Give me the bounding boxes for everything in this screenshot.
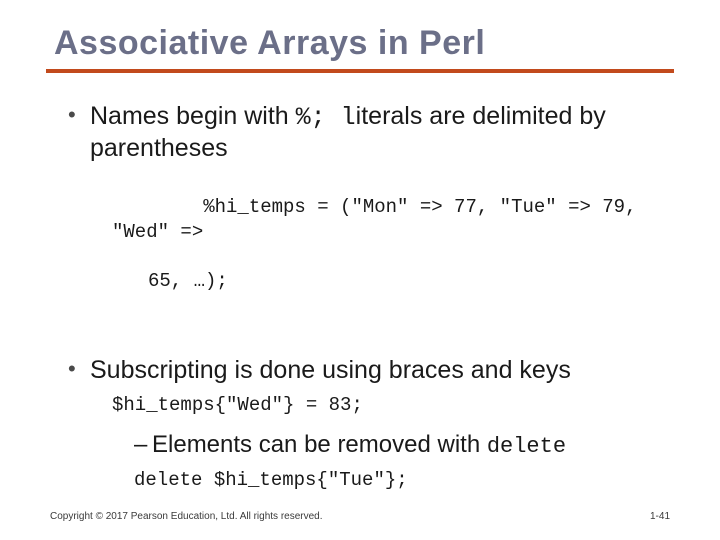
code-1-line-1: %hi_temps = ("Mon" => 77, "Tue" => 79, "… [112, 196, 648, 243]
code-block-3: delete $hi_temps{"Tue"}; [134, 468, 666, 493]
copyright-text: Copyright © 2017 Pearson Education, Ltd.… [50, 511, 323, 522]
bullet-1-code: %; l [296, 103, 356, 132]
sub-bullet-1: –Elements can be removed with delete [134, 429, 666, 462]
bullet-1-text: Names begin with %; literals are delimit… [90, 102, 606, 162]
bullet-1: Names begin with %; literals are delimit… [68, 101, 666, 343]
bullet-2-text: Subscripting is done using braces and ke… [90, 356, 571, 384]
bullet-list: Names begin with %; literals are delimit… [68, 101, 666, 493]
slide: Associative Arrays in Perl Names begin w… [0, 0, 720, 540]
title-rule [46, 69, 674, 73]
sub-1-pre: Elements can be removed with [152, 431, 487, 458]
code-block-1: %hi_temps = ("Mon" => 77, "Tue" => 79, "… [112, 171, 666, 344]
code-1-line-2: 65, …); [112, 269, 666, 294]
bullet-1-pre: Names begin with [90, 102, 296, 130]
code-block-2: $hi_temps{"Wed"} = 83; [112, 393, 666, 418]
sub-1-code: delete [487, 434, 566, 459]
footer: Copyright © 2017 Pearson Education, Ltd.… [50, 511, 670, 522]
bullet-2: Subscripting is done using braces and ke… [68, 355, 666, 492]
slide-title: Associative Arrays in Perl [54, 24, 670, 63]
dash-icon: – [134, 429, 152, 460]
sub-bullet-1-text: –Elements can be removed with delete [134, 431, 566, 458]
page-number: 1-41 [650, 511, 670, 522]
